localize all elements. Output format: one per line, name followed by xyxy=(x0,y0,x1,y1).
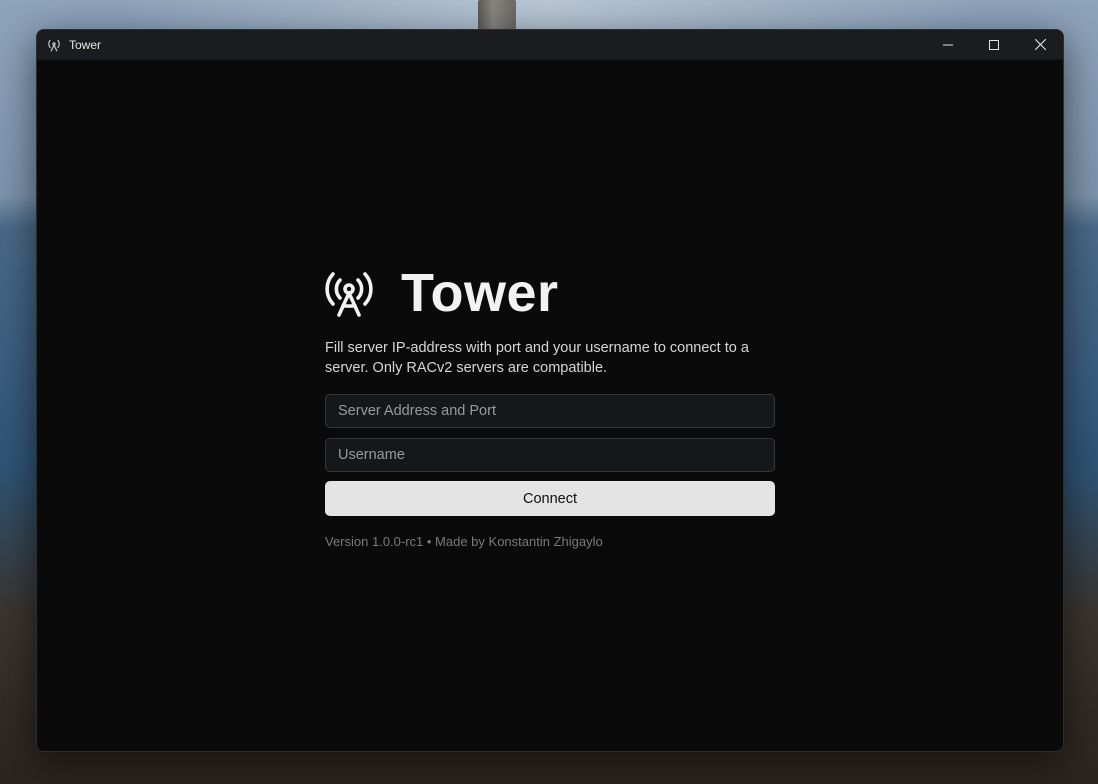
connect-button[interactable]: Connect xyxy=(325,481,775,516)
app-window: Tower Tower Fill server IP-address with … xyxy=(36,29,1064,752)
wallpaper-lighthouse xyxy=(478,0,516,30)
app-name: Tower xyxy=(401,263,559,323)
titlebar[interactable]: Tower xyxy=(37,30,1063,60)
brand-header: Tower xyxy=(325,266,775,320)
minimize-icon xyxy=(943,44,953,45)
description-text: Fill server IP-address with port and you… xyxy=(325,340,749,376)
maximize-button[interactable] xyxy=(971,30,1017,59)
radio-tower-icon xyxy=(46,37,62,53)
radio-tower-icon xyxy=(325,268,373,318)
window-title: Tower xyxy=(69,37,102,52)
close-icon xyxy=(1034,39,1046,50)
minimize-button[interactable] xyxy=(925,30,971,59)
close-button[interactable] xyxy=(1017,30,1063,59)
server-address-input[interactable] xyxy=(325,394,775,428)
connect-panel: Tower Fill server IP-address with port a… xyxy=(325,266,775,549)
version-footer: Version 1.0.0-rc1 • Made by Konstantin Z… xyxy=(325,534,603,549)
maximize-icon xyxy=(989,39,999,50)
username-input[interactable] xyxy=(325,438,775,472)
